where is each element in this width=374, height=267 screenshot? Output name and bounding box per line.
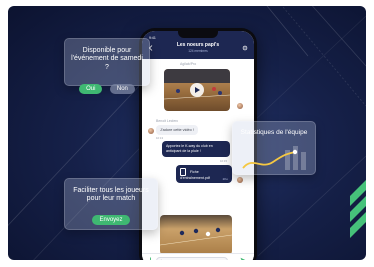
team-stats-card: Statistiques de l'équipe	[232, 121, 316, 175]
file-message[interactable]: Fiche d'entraînement.pdf 2Ko	[176, 165, 232, 183]
hero-background: 9:41 Les noeurs papi's 124 membres Agila…	[8, 6, 366, 260]
share-text: Faciliter tous les joueurs pour leur mat…	[73, 187, 149, 203]
avatar	[237, 103, 243, 109]
no-button[interactable]: Non	[109, 84, 135, 95]
chat-subtitle: 124 membres	[188, 49, 208, 53]
availability-question: Disponible pour l'événement de samedi ?	[71, 47, 143, 71]
green-stripes	[350, 180, 366, 238]
status-time: 9:41	[149, 36, 156, 40]
avatar	[148, 128, 154, 134]
message-time: 10:15	[220, 159, 227, 163]
stats-line-chart	[242, 146, 306, 170]
photo-thumbnail	[160, 227, 232, 246]
file-size: 2Ko	[222, 176, 228, 181]
message-time: 10:13	[156, 136, 163, 140]
yes-button[interactable]: Oui	[79, 84, 103, 95]
share-card: Faciliter tous les joueurs pour leur mat…	[64, 178, 158, 230]
availability-card: Disponible pour l'événement de samedi ? …	[64, 38, 150, 95]
chat-header: 9:41 Les noeurs papi's 124 membres	[142, 31, 254, 59]
message-composer	[142, 253, 254, 260]
send-button[interactable]: Envoyez	[92, 214, 130, 225]
phone-notch	[178, 31, 218, 38]
sender-name: Benoit Leclerc	[156, 119, 179, 123]
incoming-message: J'adore cette vidéo !	[156, 125, 198, 135]
outgoing-message: Apportez le K-way du club en anticipant …	[162, 141, 230, 157]
send-icon[interactable]	[240, 257, 248, 260]
photo-message[interactable]	[160, 215, 232, 255]
plus-icon[interactable]	[147, 257, 154, 260]
avatar	[237, 177, 243, 183]
chat-title: Les noeurs papi's	[176, 42, 220, 48]
settings-icon[interactable]	[242, 45, 248, 51]
play-icon[interactable]	[190, 83, 204, 97]
video-author: Agilab/Pro	[180, 62, 197, 66]
message-input[interactable]	[156, 257, 228, 260]
file-icon	[180, 168, 186, 176]
stats-title: Statistiques de l'équipe	[240, 129, 308, 136]
video-message[interactable]	[164, 69, 230, 111]
